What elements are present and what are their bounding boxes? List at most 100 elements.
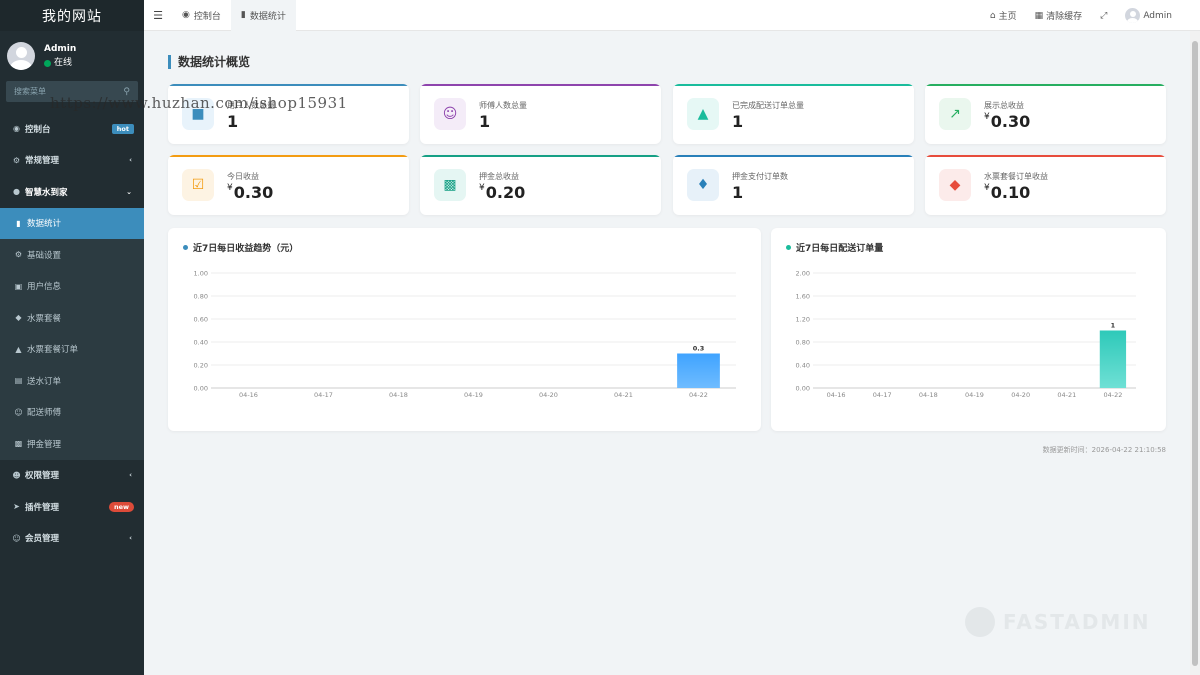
- card-label: 水票套餐订单收益: [984, 172, 1048, 181]
- sidebar-item-delivery-orders[interactable]: ▤ 送水订单: [0, 365, 144, 397]
- menu-toggle-icon[interactable]: ☰: [144, 9, 172, 22]
- dashboard-icon: ◉: [13, 124, 20, 134]
- tab-dashboard[interactable]: ◉ 控制台: [172, 0, 231, 31]
- bar-chart-icon: ▮: [240, 10, 246, 20]
- sidebar-item-label: 水票套餐: [27, 313, 62, 324]
- card-value: ¥0.30: [984, 112, 1030, 131]
- sidebar-item-member[interactable]: ☺ 会员管理 ‹: [0, 523, 144, 555]
- sidebar-item-label: 基础设置: [27, 250, 62, 261]
- x-tick-label: 04-21: [1057, 391, 1076, 399]
- sidebar-item-label: 常规管理: [25, 156, 60, 167]
- sidebar-item-general[interactable]: ⚙ 常规管理 ‹: [0, 145, 144, 177]
- user-circle-icon: ☺: [14, 407, 23, 417]
- sidebar-item-addon[interactable]: ➤ 插件管理 new: [0, 491, 144, 523]
- x-tick-label: 04-18: [389, 391, 408, 399]
- stat-card: ▲ 已完成配送订单总量 1: [673, 84, 914, 144]
- header-actions: ⌂ 主页 ▦ 清除缓存 ⤢ Admin: [990, 0, 1172, 31]
- card-value-number: 0.20: [485, 183, 526, 202]
- x-tick-label: 04-20: [1011, 391, 1030, 399]
- sidebar-item-label: 控制台: [25, 124, 51, 135]
- y-tick-label: 1.60: [796, 293, 810, 301]
- x-tick-label: 04-20: [539, 391, 558, 399]
- sidebar-item-label: 押金管理: [27, 439, 62, 450]
- stat-card: ▩ 押金总收益 ¥0.20: [420, 155, 661, 215]
- sidebar-item-user-info[interactable]: ▣ 用户信息: [0, 271, 144, 303]
- trash-icon: ▦: [1034, 10, 1044, 21]
- stat-card: ↗ 展示总收益 ¥0.30: [925, 84, 1166, 144]
- sidebar-item-label: 智慧水到家: [25, 187, 68, 198]
- user-status-label: 在线: [54, 58, 73, 68]
- card-accent-bar: [925, 84, 1166, 86]
- sidebar-item-ticket-orders[interactable]: ▲ 水票套餐订单: [0, 334, 144, 366]
- sidebar-item-statistics[interactable]: ▮ 数据统计: [0, 207, 144, 239]
- avatar: [7, 42, 35, 70]
- card-value-number: 1: [227, 112, 239, 131]
- x-tick-label: 04-21: [614, 391, 633, 399]
- sidebar-item-label: 配送师傅: [27, 408, 62, 419]
- line-chart-icon: ↗: [939, 98, 971, 130]
- sidebar-item-auth[interactable]: ☻ 权限管理 ‹: [0, 460, 144, 492]
- hot-badge: hot: [111, 123, 134, 134]
- clear-cache-label: 清除缓存: [1046, 12, 1083, 22]
- cart-icon: ▲: [687, 98, 719, 130]
- stat-card: ☑ 今日收益 ¥0.30: [168, 155, 409, 215]
- admin-menu[interactable]: Admin: [1125, 8, 1172, 23]
- user-name: Admin: [44, 44, 77, 54]
- admin-label: Admin: [1143, 10, 1172, 21]
- chart-title: 近7日每日收益趋势（元）: [193, 244, 299, 254]
- stat-card: ♦ 押金支付订单数 1: [673, 155, 914, 215]
- title-dot-icon: [786, 245, 791, 250]
- scrollbar-thumb[interactable]: [1192, 41, 1198, 666]
- brand-title[interactable]: 我的网站: [0, 0, 144, 31]
- sidebar-item-basic-settings[interactable]: ⚙ 基础设置: [0, 239, 144, 271]
- card-value: 1: [732, 112, 743, 131]
- home-link[interactable]: ⌂ 主页: [989, 9, 1017, 23]
- card-value: ¥0.30: [227, 183, 273, 202]
- user-info: Admin 在线: [44, 42, 76, 70]
- sidebar-item-water-ticket[interactable]: ◆ 水票套餐: [0, 302, 144, 334]
- avatar: [1125, 8, 1141, 23]
- sidebar-item-label: 用户信息: [27, 282, 62, 293]
- card-value: ¥0.20: [479, 183, 525, 202]
- fullscreen-button[interactable]: ⤢: [1100, 11, 1107, 21]
- stat-card: ◆ 水票套餐订单收益 ¥0.10: [925, 155, 1166, 215]
- card-value-number: 1: [732, 183, 744, 202]
- y-tick-label: 0.20: [194, 362, 208, 370]
- card-value: ¥0.10: [984, 183, 1030, 202]
- chart-bar: [677, 353, 720, 388]
- y-tick-label: 1.00: [194, 270, 208, 278]
- sidebar-item-delivery-workers[interactable]: ☺ 配送师傅: [0, 397, 144, 429]
- card-value: 1: [479, 112, 490, 131]
- sidebar-menu: ◉ 控制台 hot ⚙ 常规管理 ‹ ● 智慧水到家 ⌄ ▮ 数据统计 ⚙ 基础…: [0, 113, 144, 554]
- scrollbar[interactable]: [1190, 31, 1200, 675]
- sidebar-item-dashboard[interactable]: ◉ 控制台 hot: [0, 113, 144, 145]
- calendar-check-icon: ☑: [182, 169, 214, 201]
- bar-chart-icon: ▮: [16, 218, 21, 228]
- sidebar-item-deposit[interactable]: ▩ 押金管理: [0, 428, 144, 460]
- currency-symbol: ¥: [984, 112, 990, 122]
- tab-label: 数据统计: [249, 11, 286, 22]
- card-label: 押金总收益: [479, 172, 519, 181]
- clear-cache-button[interactable]: ▦ 清除缓存: [1034, 9, 1083, 23]
- sidebar-item-smart-water[interactable]: ● 智慧水到家 ⌄: [0, 176, 144, 208]
- main-content: 数据统计概览 ■ 用户人数总量 1 ☺ 师傅人数总量 1 ▲ 已完成配送订单总量 1 ↗ 展示总收益…: [144, 31, 1190, 675]
- list-icon: ▤: [14, 376, 23, 386]
- sidebar-item-label: 插件管理: [25, 502, 60, 513]
- y-tick-label: 0.40: [194, 339, 208, 347]
- logo-text: FASTADMIN: [1003, 610, 1151, 634]
- fastadmin-logo: FASTADMIN: [965, 607, 1151, 637]
- dashboard-icon: ◉: [182, 10, 190, 20]
- y-tick-label: 1.20: [796, 316, 810, 324]
- home-icon: ⌂: [989, 10, 996, 21]
- tab-statistics[interactable]: ▮ 数据统计: [230, 0, 296, 31]
- ticket-icon: ◆: [15, 313, 22, 323]
- currency-symbol: ¥: [479, 183, 485, 193]
- card-label: 已完成配送订单总量: [732, 101, 804, 110]
- card-value-number: 0.30: [990, 112, 1031, 131]
- y-tick-label: 0.40: [796, 362, 810, 370]
- card-accent-bar: [673, 155, 914, 157]
- chevron-down-icon: ⌄: [126, 187, 132, 196]
- group-icon: ☻: [12, 470, 21, 480]
- currency-symbol: ¥: [227, 183, 233, 193]
- x-tick-label: 04-22: [1103, 391, 1122, 399]
